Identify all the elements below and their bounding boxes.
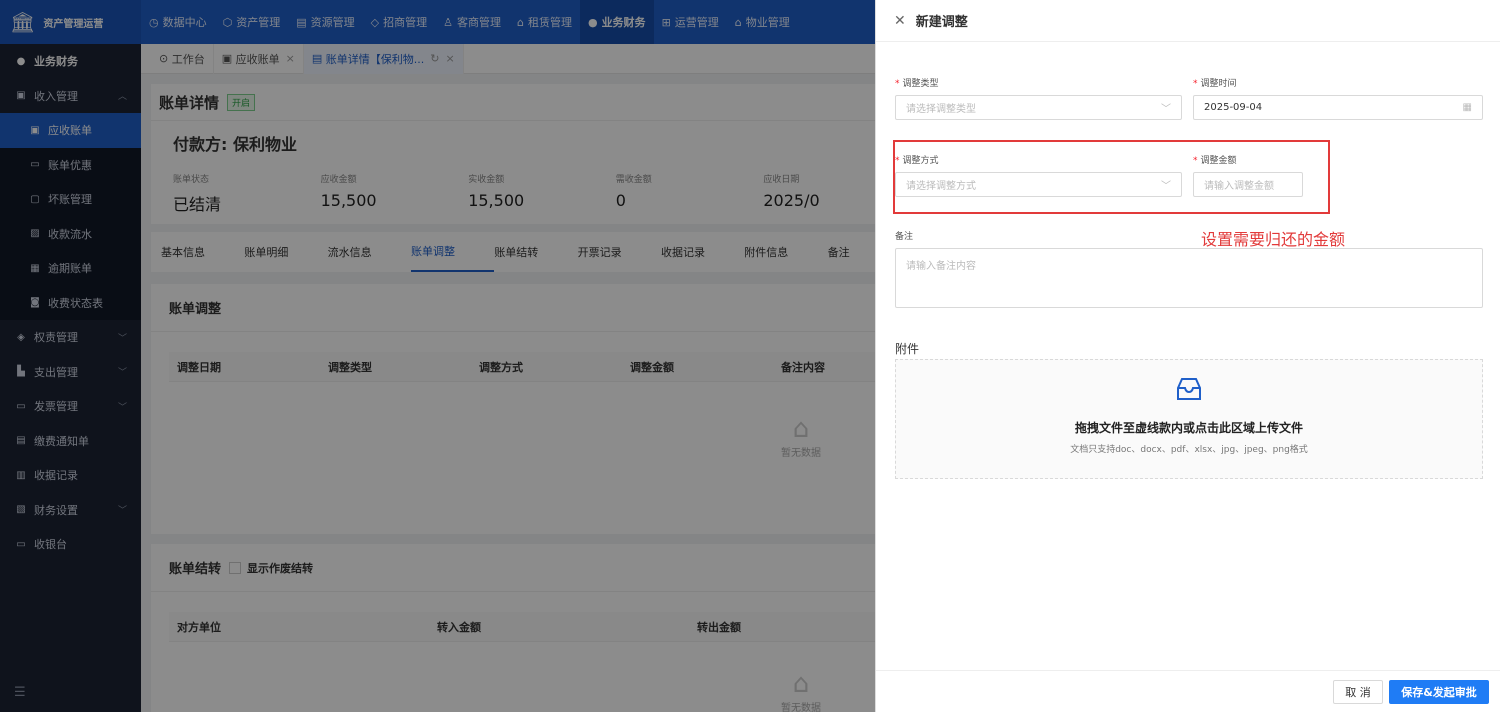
chevron-down-icon: ﹀ bbox=[1161, 104, 1171, 115]
remark-field: 备注 请输入备注内容 bbox=[895, 229, 1483, 308]
highlight-box bbox=[893, 140, 1330, 214]
calendar-icon: ▦ bbox=[1462, 102, 1472, 113]
upload-hint-text: 文档只支持doc、docx、pdf、xlsx、jpg、jpeg、png格式 bbox=[1070, 445, 1308, 455]
remark-textarea[interactable]: 请输入备注内容 bbox=[895, 248, 1483, 308]
adjust-time-picker[interactable]: 2025-09-04 ▦ bbox=[1193, 95, 1483, 120]
cancel-button[interactable]: 取 消 bbox=[1333, 680, 1383, 704]
drawer-footer: 取 消 保存&发起审批 bbox=[876, 670, 1500, 712]
attachment-label: 附件 bbox=[895, 342, 920, 356]
inbox-icon bbox=[896, 376, 1482, 409]
adjust-time-field: * 调整时间 2025-09-04 ▦ bbox=[1193, 76, 1483, 120]
new-adjustment-drawer: ✕ 新建调整 * 调整类型 请选择调整类型 ﹀ * 调整时间 2025-09-04 ▦ … bbox=[875, 0, 1500, 712]
adjust-type-field: * 调整类型 请选择调整类型 ﹀ bbox=[895, 76, 1182, 120]
drawer-header: ✕ 新建调整 bbox=[876, 0, 1500, 42]
remark-label: 备注 bbox=[895, 232, 914, 242]
modal-mask[interactable] bbox=[141, 44, 875, 712]
required-mark: * bbox=[1193, 79, 1198, 89]
upload-main-text: 拖拽文件至虚线款内或点击此区域上传文件 bbox=[1074, 421, 1303, 435]
upload-dropzone[interactable]: 拖拽文件至虚线款内或点击此区域上传文件 文档只支持doc、docx、pdf、xl… bbox=[895, 359, 1483, 479]
save-submit-button[interactable]: 保存&发起审批 bbox=[1389, 680, 1489, 704]
required-mark: * bbox=[895, 79, 900, 89]
modal-mask[interactable] bbox=[0, 44, 141, 712]
close-icon[interactable]: ✕ bbox=[894, 13, 906, 29]
modal-mask[interactable] bbox=[0, 0, 875, 44]
drawer-title: 新建调整 bbox=[915, 15, 968, 30]
adjust-type-select[interactable]: 请选择调整类型 ﹀ bbox=[895, 95, 1182, 120]
